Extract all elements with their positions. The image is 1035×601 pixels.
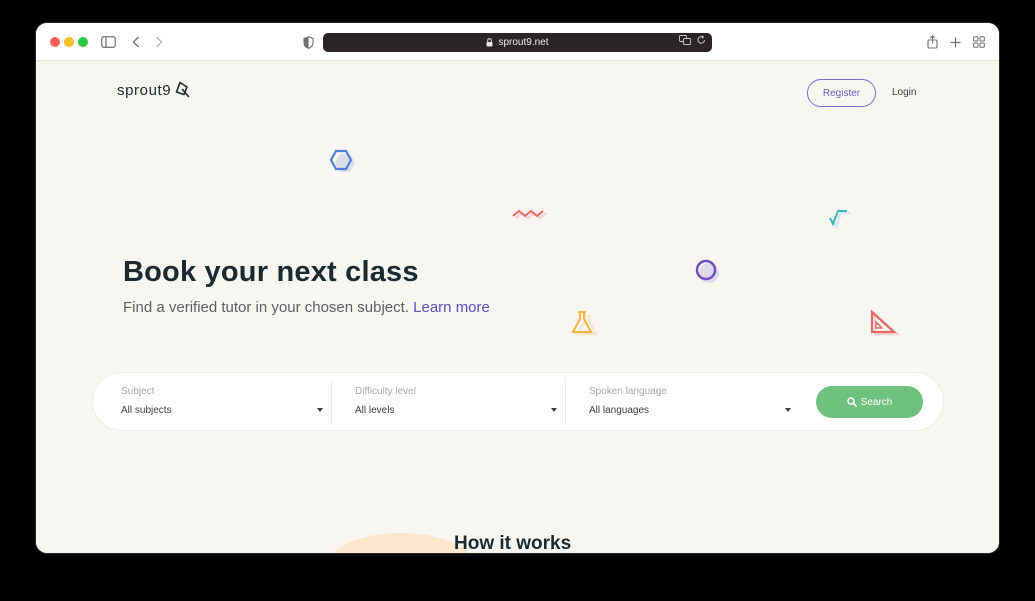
forward-icon[interactable] [150,33,168,51]
search-button-label: Search [860,396,893,408]
sqrt-icon [829,210,850,229]
logo-mark-icon [175,81,190,98]
logo[interactable]: sprout9 [117,81,191,99]
language-label: Spoken language [589,386,667,397]
tab-overview-icon[interactable] [970,33,988,51]
translate-icon[interactable] [679,35,691,48]
hero-title: Book your next class [123,256,419,288]
field-divider [565,381,566,424]
chevron-down-icon [785,408,791,412]
chevron-down-icon [317,408,323,412]
set-square-icon [870,309,901,336]
back-icon[interactable] [127,33,145,51]
hexagon-icon [329,149,355,172]
close-window-button[interactable] [50,37,60,47]
chevron-down-icon [551,408,557,412]
learn-more-link[interactable]: Learn more [413,299,490,316]
field-divider [331,381,332,424]
hero-subtitle: Find a verified tutor in your chosen sub… [123,299,490,316]
difficulty-select[interactable]: Difficulty level All levels [355,373,561,432]
new-tab-icon[interactable] [946,33,964,51]
page-content: sprout9 Register Login Book your next cl… [36,61,999,553]
search-bar: Subject All subjects Difficulty level Al… [92,372,944,431]
share-icon[interactable] [923,33,941,51]
circle-icon [695,259,719,283]
subject-value: All subjects [121,405,172,416]
difficulty-value: All levels [355,405,395,416]
url-text: sprout9.net [498,37,549,48]
shield-icon[interactable] [299,33,317,51]
reload-icon[interactable] [697,35,706,48]
search-button[interactable]: Search [816,386,923,418]
difficulty-label: Difficulty level [355,386,416,397]
language-value: All languages [589,405,650,416]
sidebar-icon[interactable] [99,33,117,51]
hero-subtitle-text: Find a verified tutor in your chosen sub… [123,299,409,316]
zigzag-icon [512,209,547,220]
address-bar[interactable]: sprout9.net [323,33,712,52]
how-it-works-heading: How it works [454,533,572,553]
login-link[interactable]: Login [892,87,916,98]
browser-window: sprout9.net sprout9 Register Login Book … [36,23,999,553]
flask-icon [571,311,599,336]
minimize-window-button[interactable] [64,37,74,47]
lock-icon [486,38,493,47]
subject-select[interactable]: Subject All subjects [121,373,327,432]
register-button[interactable]: Register [807,79,876,107]
logo-text: sprout9 [117,81,172,99]
search-icon [846,397,857,407]
language-select[interactable]: Spoken language All languages [589,373,795,432]
zoom-window-button[interactable] [78,37,88,47]
subject-label: Subject [121,386,155,397]
browser-toolbar: sprout9.net [36,23,999,61]
